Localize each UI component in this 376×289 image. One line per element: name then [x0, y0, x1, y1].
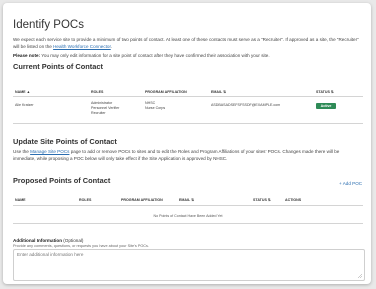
- status-badge: Active: [316, 103, 336, 109]
- sort-icon: ⇅: [191, 198, 195, 202]
- col-roles-header: ROLES: [91, 90, 104, 94]
- col-email-header[interactable]: EMAIL ⇅: [179, 198, 194, 202]
- divider: [13, 205, 363, 206]
- col-affiliation-header: PROGRAM AFFILIATION: [145, 90, 187, 94]
- divider: [13, 223, 363, 224]
- col-affiliation-header: PROGRAM AFFILIATION: [121, 198, 163, 202]
- intro-period: .: [110, 43, 113, 49]
- note-text: You may only edit information for a site…: [40, 53, 270, 58]
- resize-handle-icon[interactable]: [358, 274, 362, 278]
- identify-pocs-card: Identify POCs We expect each service sit…: [3, 3, 371, 284]
- update-poc-heading: Update Site Points of Contact: [13, 137, 117, 146]
- page-title: Identify POCs: [13, 19, 84, 31]
- sort-icon: ▲: [26, 90, 31, 94]
- intro-paragraph: We expect each service site to provide a…: [13, 37, 363, 50]
- divider: [13, 123, 363, 124]
- additional-info-label: Additional Information (Optional): [13, 238, 84, 243]
- sort-icon: ⇅: [223, 90, 227, 94]
- divider: [13, 96, 363, 97]
- additional-info-textarea[interactable]: [13, 249, 365, 281]
- proposed-poc-heading: Proposed Points of Contact: [13, 176, 111, 185]
- col-name-header: NAME: [15, 198, 26, 202]
- col-status-header[interactable]: STATUS ⇅: [253, 198, 271, 202]
- plus-icon: +: [339, 181, 342, 186]
- col-actions-header: ACTIONS: [285, 198, 302, 202]
- col-name-header[interactable]: NAME ▲: [15, 90, 30, 94]
- health-workforce-connector-link[interactable]: Health Workforce Connector: [53, 44, 111, 49]
- additional-info-help: Provide any comments, questions, or requ…: [13, 244, 150, 248]
- col-roles-header: ROLES: [79, 198, 92, 202]
- current-poc-heading: Current Points of Contact: [13, 62, 103, 71]
- sort-icon: ⇅: [267, 198, 271, 202]
- manage-site-pocs-link[interactable]: Manage Site POCs: [30, 149, 69, 154]
- poc-email: ASDBASADSEFSFSSDF@EXAMPLE.com: [211, 103, 281, 107]
- poc-name: Alie Kratzer: [15, 103, 34, 107]
- note-label: Please note:: [13, 53, 41, 58]
- poc-affiliation: NHSC Nurse Corps: [145, 101, 166, 110]
- col-status-header[interactable]: STATUS ⇅: [316, 90, 334, 94]
- update-paragraph: Use the Manage Site POCs page to add or …: [13, 149, 340, 161]
- add-poc-button[interactable]: + Add POC: [339, 181, 362, 186]
- empty-state-text: No Points of Contact Have Been Added Yet: [153, 214, 223, 218]
- col-email-header[interactable]: EMAIL ⇅: [211, 90, 226, 94]
- poc-roles: Administrator Personnel Verifier Recruit…: [91, 101, 120, 115]
- note-paragraph: Please note: You may only edit informati…: [13, 53, 270, 58]
- sort-icon: ⇅: [330, 90, 334, 94]
